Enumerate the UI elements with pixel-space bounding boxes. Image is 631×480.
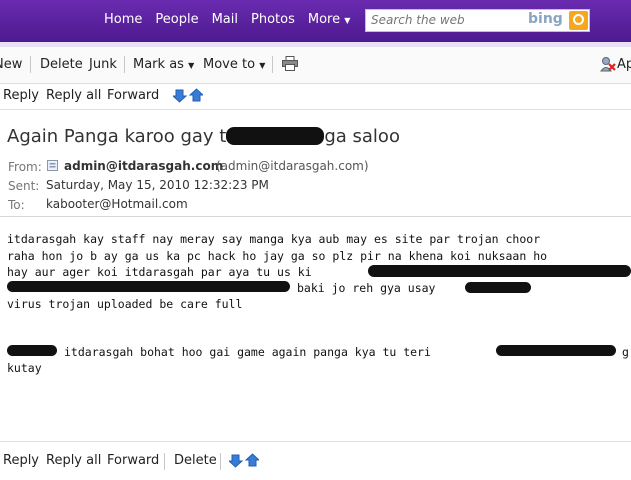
search-icon[interactable] — [569, 11, 588, 30]
delete-button[interactable]: Delete — [40, 57, 83, 72]
forward-button[interactable]: Forward — [107, 88, 159, 103]
search-input[interactable] — [371, 13, 521, 27]
body-line: g — [622, 345, 629, 359]
chevron-down-icon: ▼ — [259, 61, 266, 70]
new-button[interactable]: New — [0, 57, 22, 72]
sent-value: Saturday, May 15, 2010 12:32:23 PM — [46, 178, 269, 192]
redaction-block — [496, 345, 616, 356]
body-line: raha hon jo b ay ga us ka pc hack ho jay… — [7, 249, 548, 263]
printer-icon[interactable] — [282, 56, 298, 71]
body-line: kutay — [7, 361, 42, 375]
redaction-block — [7, 345, 57, 356]
header-body-divider — [0, 216, 631, 217]
move-to-menu[interactable]: Move to ▼ — [203, 57, 265, 72]
toolbar-separator — [124, 56, 125, 73]
toolbar-separator — [220, 453, 221, 470]
toolbar-separator — [164, 453, 165, 470]
previous-next-arrows-icon[interactable] — [229, 453, 259, 468]
body-line: itdarasgah kay staff nay meray say manga… — [7, 232, 541, 246]
from-label: From: — [8, 160, 42, 174]
nav-mail-link[interactable]: Mail — [212, 12, 238, 27]
reply-action-bar: Reply Reply all Forward — [0, 84, 631, 110]
subject-text-end: ga saloo — [324, 126, 400, 147]
sent-label: Sent: — [8, 179, 40, 193]
junk-button[interactable]: Junk — [89, 57, 117, 72]
toolbar-separator — [272, 56, 273, 73]
nav-people-link[interactable]: People — [155, 12, 198, 27]
bing-logo: bing — [528, 11, 563, 27]
reply-all-button[interactable]: Reply all — [46, 88, 101, 103]
body-line: baki jo reh gya usay — [297, 281, 436, 295]
to-label: To: — [8, 198, 25, 212]
web-search-box[interactable]: bing — [365, 9, 590, 32]
block-sender-icon[interactable] — [600, 56, 616, 72]
mark-as-label: Mark as — [133, 57, 184, 72]
nav-home-link[interactable]: Home — [104, 12, 142, 27]
redaction-block — [226, 127, 325, 145]
chevron-down-icon: ▼ — [188, 61, 195, 70]
nav-photos-link[interactable]: Photos — [251, 12, 295, 27]
delete-button[interactable]: Delete — [174, 453, 217, 468]
body-line: itdarasgah bohat hoo gai game again pang… — [64, 345, 431, 359]
subject-text-start: Again Panga karoo gay t — [7, 126, 227, 147]
reply-button[interactable]: Reply — [3, 88, 39, 103]
from-name[interactable]: admin@itdarasgah.com — [64, 159, 223, 173]
body-line: virus trojan uploaded be care full — [7, 297, 243, 311]
message-toolbar: New Delete Junk Mark as ▼ Move to ▼ Ap — [0, 47, 631, 84]
top-nav-links: Home People Mail Photos More ▼ — [104, 12, 350, 27]
move-to-label: Move to — [203, 57, 256, 72]
redaction-block — [465, 282, 531, 293]
bottom-action-bar: Reply Reply all Forward Delete — [0, 441, 631, 480]
previous-next-arrows-icon[interactable] — [173, 88, 203, 103]
toolbar-separator — [30, 56, 31, 73]
forward-button[interactable]: Forward — [107, 453, 159, 468]
from-email: (admin@itdarasgah.com) — [216, 159, 369, 173]
body-line: hay aur ager koi itdarasgah par aya tu u… — [7, 265, 312, 279]
top-navigation-bar: Home People Mail Photos More ▼ bing — [0, 0, 631, 42]
nav-more-label: More — [307, 12, 341, 27]
contact-card-icon — [47, 160, 58, 171]
reply-button[interactable]: Reply — [3, 453, 39, 468]
nav-more-menu[interactable]: More ▼ — [308, 12, 351, 27]
to-value: kabooter@Hotmail.com — [46, 197, 188, 211]
redaction-block — [368, 265, 631, 277]
mark-as-menu[interactable]: Mark as ▼ — [133, 57, 194, 72]
overflow-action-label[interactable]: Ap — [617, 57, 631, 72]
redaction-block — [7, 281, 290, 292]
chevron-down-icon: ▼ — [344, 16, 351, 25]
message-subject: Again Panga karoo gay t ga saloo — [7, 126, 400, 147]
reply-all-button[interactable]: Reply all — [46, 453, 101, 468]
